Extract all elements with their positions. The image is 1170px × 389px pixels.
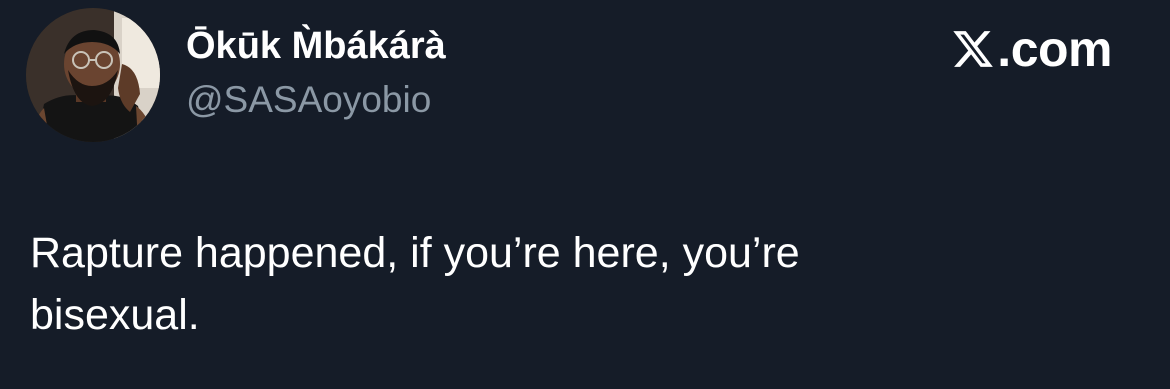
profile-photo [26,8,160,142]
x-logo-icon [953,31,994,67]
avatar[interactable] [26,8,160,142]
author-display-name[interactable]: Ōkūk M̀bákárà [186,22,446,70]
author-handle[interactable]: @SASAoyobio [186,76,446,124]
tweet-card: Ōkūk M̀bákárà @SASAoyobio .com Rapture h… [0,0,1170,389]
x-brand-mark: .com [951,22,1112,76]
tweet-text: Rapture happened, if you’re here, you’re… [30,229,800,339]
brand-text: .com [997,21,1112,77]
tweet-author: Ōkūk M̀bákárà @SASAoyobio [186,22,446,124]
